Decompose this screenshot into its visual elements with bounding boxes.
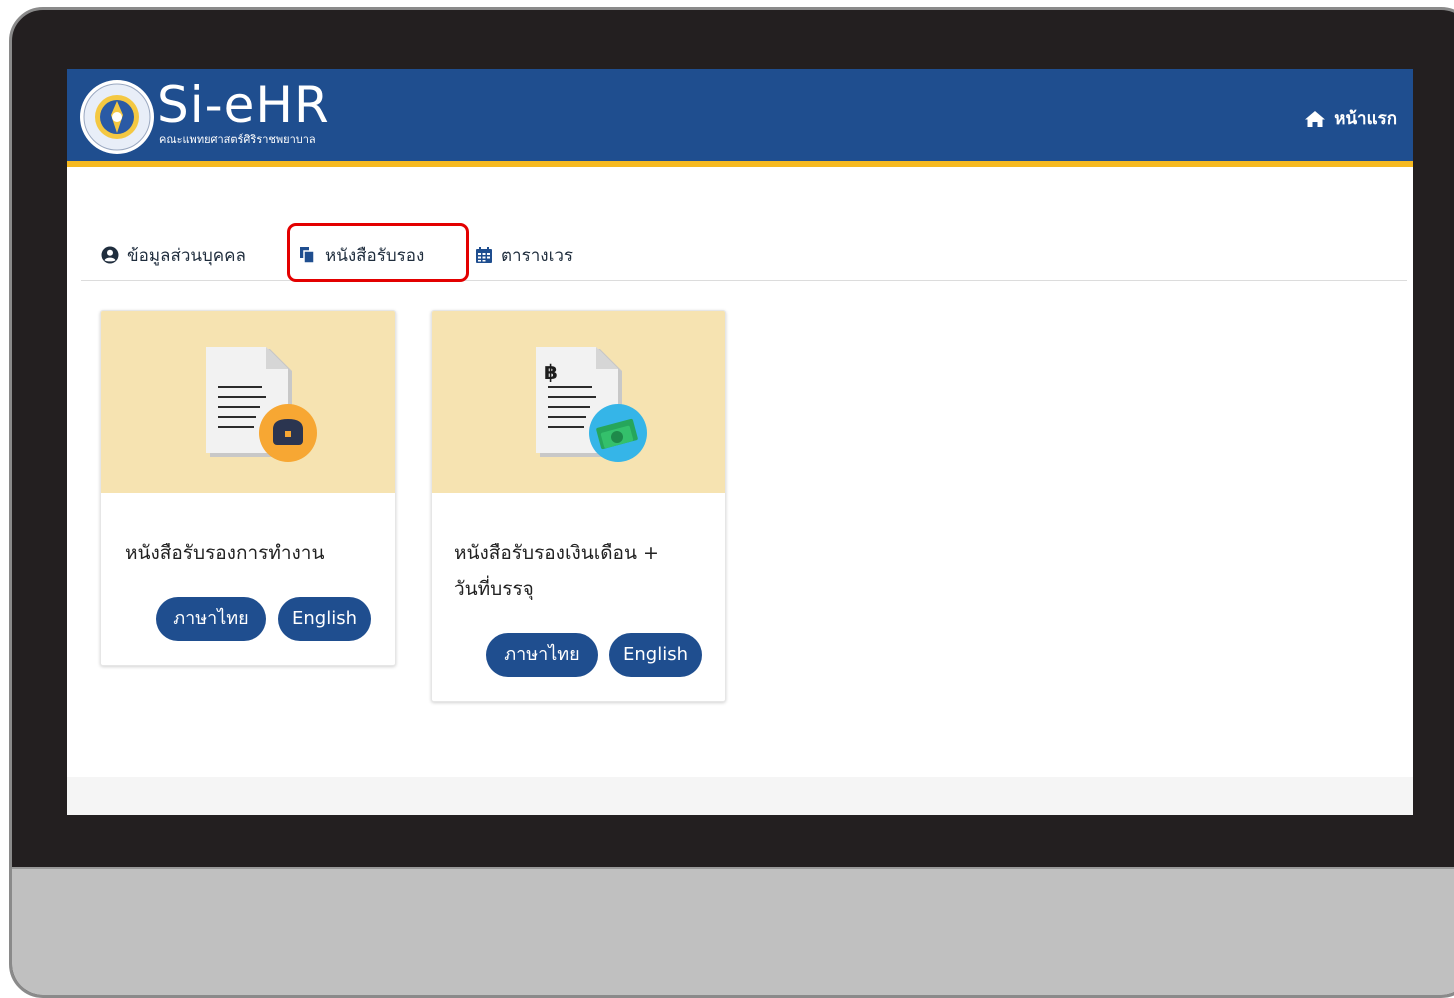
copy-icon [300, 247, 315, 264]
english-button[interactable]: English [609, 633, 702, 677]
footer [67, 777, 1413, 815]
home-link[interactable]: หน้าแรก [1304, 105, 1397, 132]
university-seal-logo [80, 80, 154, 154]
tab-label: หนังสือรับรอง [325, 245, 425, 266]
user-circle-icon [101, 246, 119, 264]
tab-label: ข้อมูลส่วนบุคคล [127, 245, 246, 266]
thai-button[interactable]: ภาษาไทย [486, 633, 598, 677]
brand-title: Si-eHR [157, 76, 330, 134]
english-button[interactable]: English [278, 597, 371, 641]
calendar-icon [476, 247, 492, 263]
tab-label: ตารางเวร [501, 245, 574, 266]
tab-bar: ข้อมูลส่วนบุคคล หนังสือรับรอง ตารางเวร [81, 223, 1407, 282]
card-title-line-1: หนังสือรับรองเงินเดือน + [454, 542, 659, 564]
home-label: หน้าแรก [1334, 109, 1397, 129]
card-salary-certificate: ฿ หนังสือรับรองเงินเดือน + วันที่บรรจุ ภ… [431, 310, 726, 702]
home-icon [1305, 110, 1326, 127]
doc-currency-mark: ฿ [544, 360, 558, 384]
document-money-icon: ฿ [536, 347, 647, 462]
app-window: Si-eHR คณะแพทยศาสตร์ศิริราชพยาบาล หน้าแร… [67, 69, 1413, 815]
document-briefcase-icon [206, 347, 317, 462]
brand-subtitle: คณะแพทยศาสตร์ศิริราชพยาบาล [159, 133, 316, 146]
monitor-chin [12, 867, 1454, 995]
tab-schedule[interactable]: ตารางเวร [475, 229, 573, 281]
thai-button[interactable]: ภาษาไทย [156, 597, 266, 641]
card-title-line-2: วันที่บรรจุ [454, 578, 534, 600]
tab-personal-info[interactable]: ข้อมูลส่วนบุคคล [101, 229, 246, 281]
card-image [101, 311, 395, 493]
card-title: หนังสือรับรองการทำงาน [125, 542, 325, 564]
tab-certificates[interactable]: หนังสือรับรอง [299, 229, 424, 281]
card-employment-certificate: หนังสือรับรองการทำงาน ภาษาไทย English [100, 310, 396, 666]
card-image: ฿ [432, 311, 725, 493]
top-navbar: Si-eHR คณะแพทยศาสตร์ศิริราชพยาบาล หน้าแร… [67, 69, 1413, 167]
